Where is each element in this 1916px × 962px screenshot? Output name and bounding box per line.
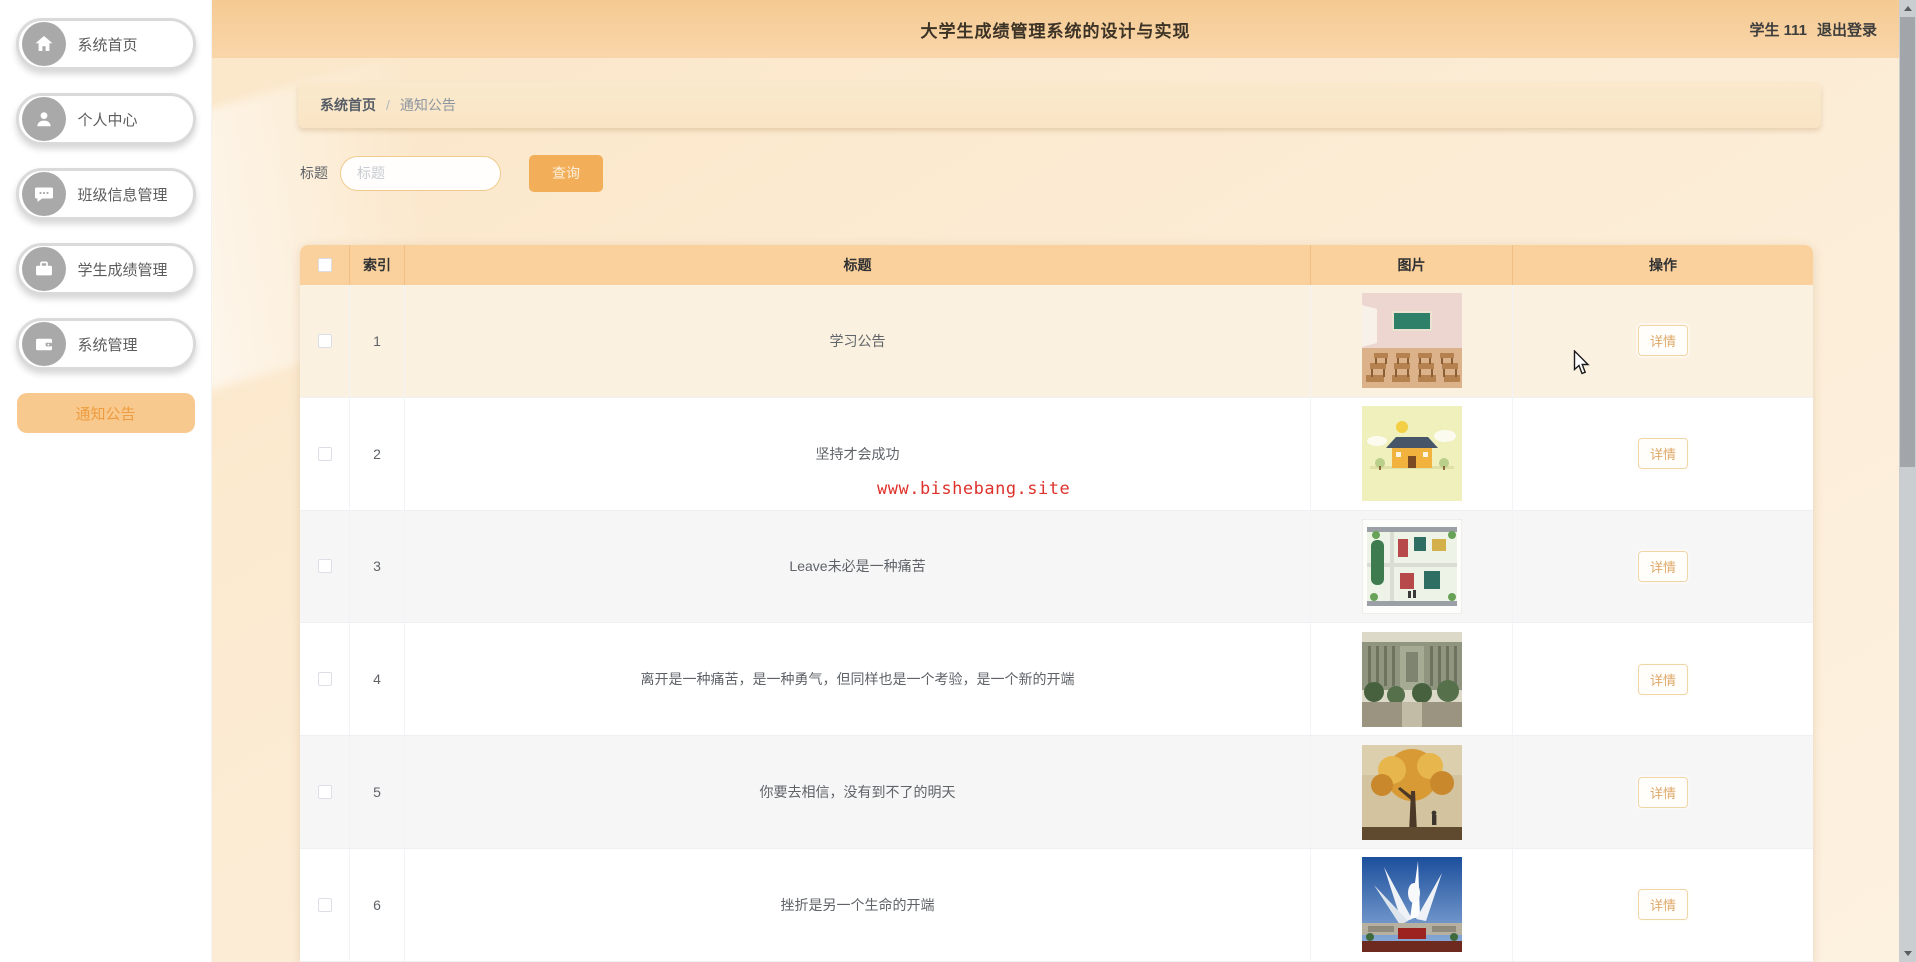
autumn-tree-photo[interactable] bbox=[1361, 744, 1462, 840]
sidebar-item-label: 班级信息管理 bbox=[77, 186, 168, 204]
row-checkbox[interactable] bbox=[317, 785, 332, 800]
row-title: 离开是一种痛苦，是一种勇气，但同样也是一个考验，是一个新的开端 bbox=[405, 623, 1311, 736]
campus-courtyard-photo[interactable] bbox=[1361, 631, 1462, 727]
sidebar-item-label: 学生成绩管理 bbox=[77, 261, 168, 279]
select-all-checkbox[interactable] bbox=[317, 258, 332, 272]
sidebar: 系统首页 个人中心 班级信息管理 学生成绩管理 系统管理 通知公告 bbox=[0, 0, 212, 962]
row-index: 4 bbox=[350, 623, 405, 736]
wallet-icon bbox=[21, 322, 66, 366]
sidebar-item-label: 个人中心 bbox=[77, 111, 138, 129]
breadcrumb-current: 通知公告 bbox=[399, 97, 456, 113]
sidebar-item-profile[interactable]: 个人中心 bbox=[15, 93, 196, 145]
main-content: 系统首页 / 通知公告 标题 查询 索引 标题 图片 操作 1 学习公告 bbox=[212, 58, 1899, 962]
sidebar-item-label: 系统管理 bbox=[77, 336, 138, 354]
app-header: 大学生成绩管理系统的设计与实现 学生 111 退出登录 bbox=[212, 0, 1899, 58]
row-title: 坚持才会成功 bbox=[405, 397, 1311, 510]
wing-sculpture-photo[interactable] bbox=[1361, 857, 1462, 953]
sidebar-item-label: 系统首页 bbox=[77, 36, 138, 54]
row-checkbox[interactable] bbox=[317, 897, 332, 912]
breadcrumb: 系统首页 / 通知公告 bbox=[298, 82, 1821, 128]
table-row: 6 挫折是另一个生命的开端 详情 bbox=[300, 848, 1813, 962]
row-title: 挫折是另一个生命的开端 bbox=[405, 848, 1311, 961]
title-search-input[interactable] bbox=[340, 155, 501, 191]
user-icon bbox=[21, 97, 66, 141]
row-checkbox[interactable] bbox=[317, 333, 332, 348]
table-row: 3 Leave未必是一种痛苦 详情 bbox=[300, 510, 1813, 624]
logged-in-user: 学生 111 bbox=[1749, 21, 1807, 39]
table-row: 1 学习公告 详情 bbox=[300, 285, 1813, 398]
query-button[interactable]: 查询 bbox=[529, 154, 603, 192]
row-checkbox[interactable] bbox=[317, 672, 332, 687]
search-bar: 标题 查询 bbox=[300, 154, 603, 192]
row-index: 3 bbox=[350, 510, 405, 623]
notices-table: 索引 标题 图片 操作 1 学习公告 详情 2 坚持才会成功 详情 3 Leav… bbox=[300, 245, 1813, 962]
scroll-down-button[interactable] bbox=[1899, 945, 1916, 962]
sidebar-item-class-info[interactable]: 班级信息管理 bbox=[15, 168, 196, 220]
page-title: 大学生成绩管理系统的设计与实现 bbox=[920, 21, 1191, 41]
breadcrumb-home-link[interactable]: 系统首页 bbox=[320, 95, 376, 115]
column-header-index: 索引 bbox=[350, 245, 405, 285]
row-title: 学习公告 bbox=[405, 285, 1311, 397]
breadcrumb-separator: / bbox=[386, 97, 390, 113]
row-index: 5 bbox=[350, 736, 405, 848]
sidebar-item-system[interactable]: 系统管理 bbox=[15, 318, 196, 370]
classroom-photo[interactable] bbox=[1361, 293, 1462, 389]
detail-button[interactable]: 详情 bbox=[1638, 325, 1688, 357]
detail-button[interactable]: 详情 bbox=[1638, 438, 1688, 470]
table-header-row: 索引 标题 图片 操作 bbox=[300, 245, 1813, 285]
detail-button[interactable]: 详情 bbox=[1638, 550, 1688, 582]
briefcase-icon bbox=[21, 247, 66, 291]
sidebar-item-home[interactable]: 系统首页 bbox=[15, 18, 196, 70]
table-row: 2 坚持才会成功 详情 bbox=[300, 397, 1813, 511]
scrollbar-thumb[interactable] bbox=[1900, 17, 1915, 467]
vertical-scrollbar[interactable] bbox=[1899, 0, 1916, 962]
logout-button[interactable]: 退出登录 bbox=[1817, 19, 1877, 40]
arrow-down-icon bbox=[1903, 951, 1912, 956]
school-building-illustration[interactable] bbox=[1361, 406, 1462, 502]
detail-button[interactable]: 详情 bbox=[1638, 776, 1688, 808]
search-field-label: 标题 bbox=[300, 165, 328, 181]
row-title: Leave未必是一种痛苦 bbox=[405, 510, 1311, 623]
row-index: 1 bbox=[350, 285, 405, 397]
table-row: 5 你要去相信，没有到不了的明天 详情 bbox=[300, 736, 1813, 849]
detail-button[interactable]: 详情 bbox=[1638, 663, 1688, 695]
sidebar-item-notices-active[interactable]: 通知公告 bbox=[16, 393, 195, 433]
sidebar-active-label: 通知公告 bbox=[75, 405, 136, 423]
row-title: 你要去相信，没有到不了的明天 bbox=[405, 736, 1311, 848]
campus-map-illustration[interactable] bbox=[1361, 518, 1462, 614]
chat-icon bbox=[21, 172, 66, 216]
scroll-up-button[interactable] bbox=[1899, 0, 1916, 17]
home-icon bbox=[21, 22, 66, 66]
row-index: 6 bbox=[350, 848, 405, 961]
column-header-action: 操作 bbox=[1649, 257, 1677, 273]
row-index: 2 bbox=[350, 397, 405, 510]
sidebar-item-grades[interactable]: 学生成绩管理 bbox=[15, 243, 196, 295]
row-checkbox[interactable] bbox=[317, 559, 332, 574]
column-header-image: 图片 bbox=[1311, 245, 1513, 285]
table-row: 4 离开是一种痛苦，是一种勇气，但同样也是一个考验，是一个新的开端 详情 bbox=[300, 623, 1813, 737]
column-header-title: 标题 bbox=[405, 245, 1311, 285]
detail-button[interactable]: 详情 bbox=[1638, 889, 1688, 921]
row-checkbox[interactable] bbox=[317, 446, 332, 461]
arrow-up-icon bbox=[1903, 6, 1912, 11]
